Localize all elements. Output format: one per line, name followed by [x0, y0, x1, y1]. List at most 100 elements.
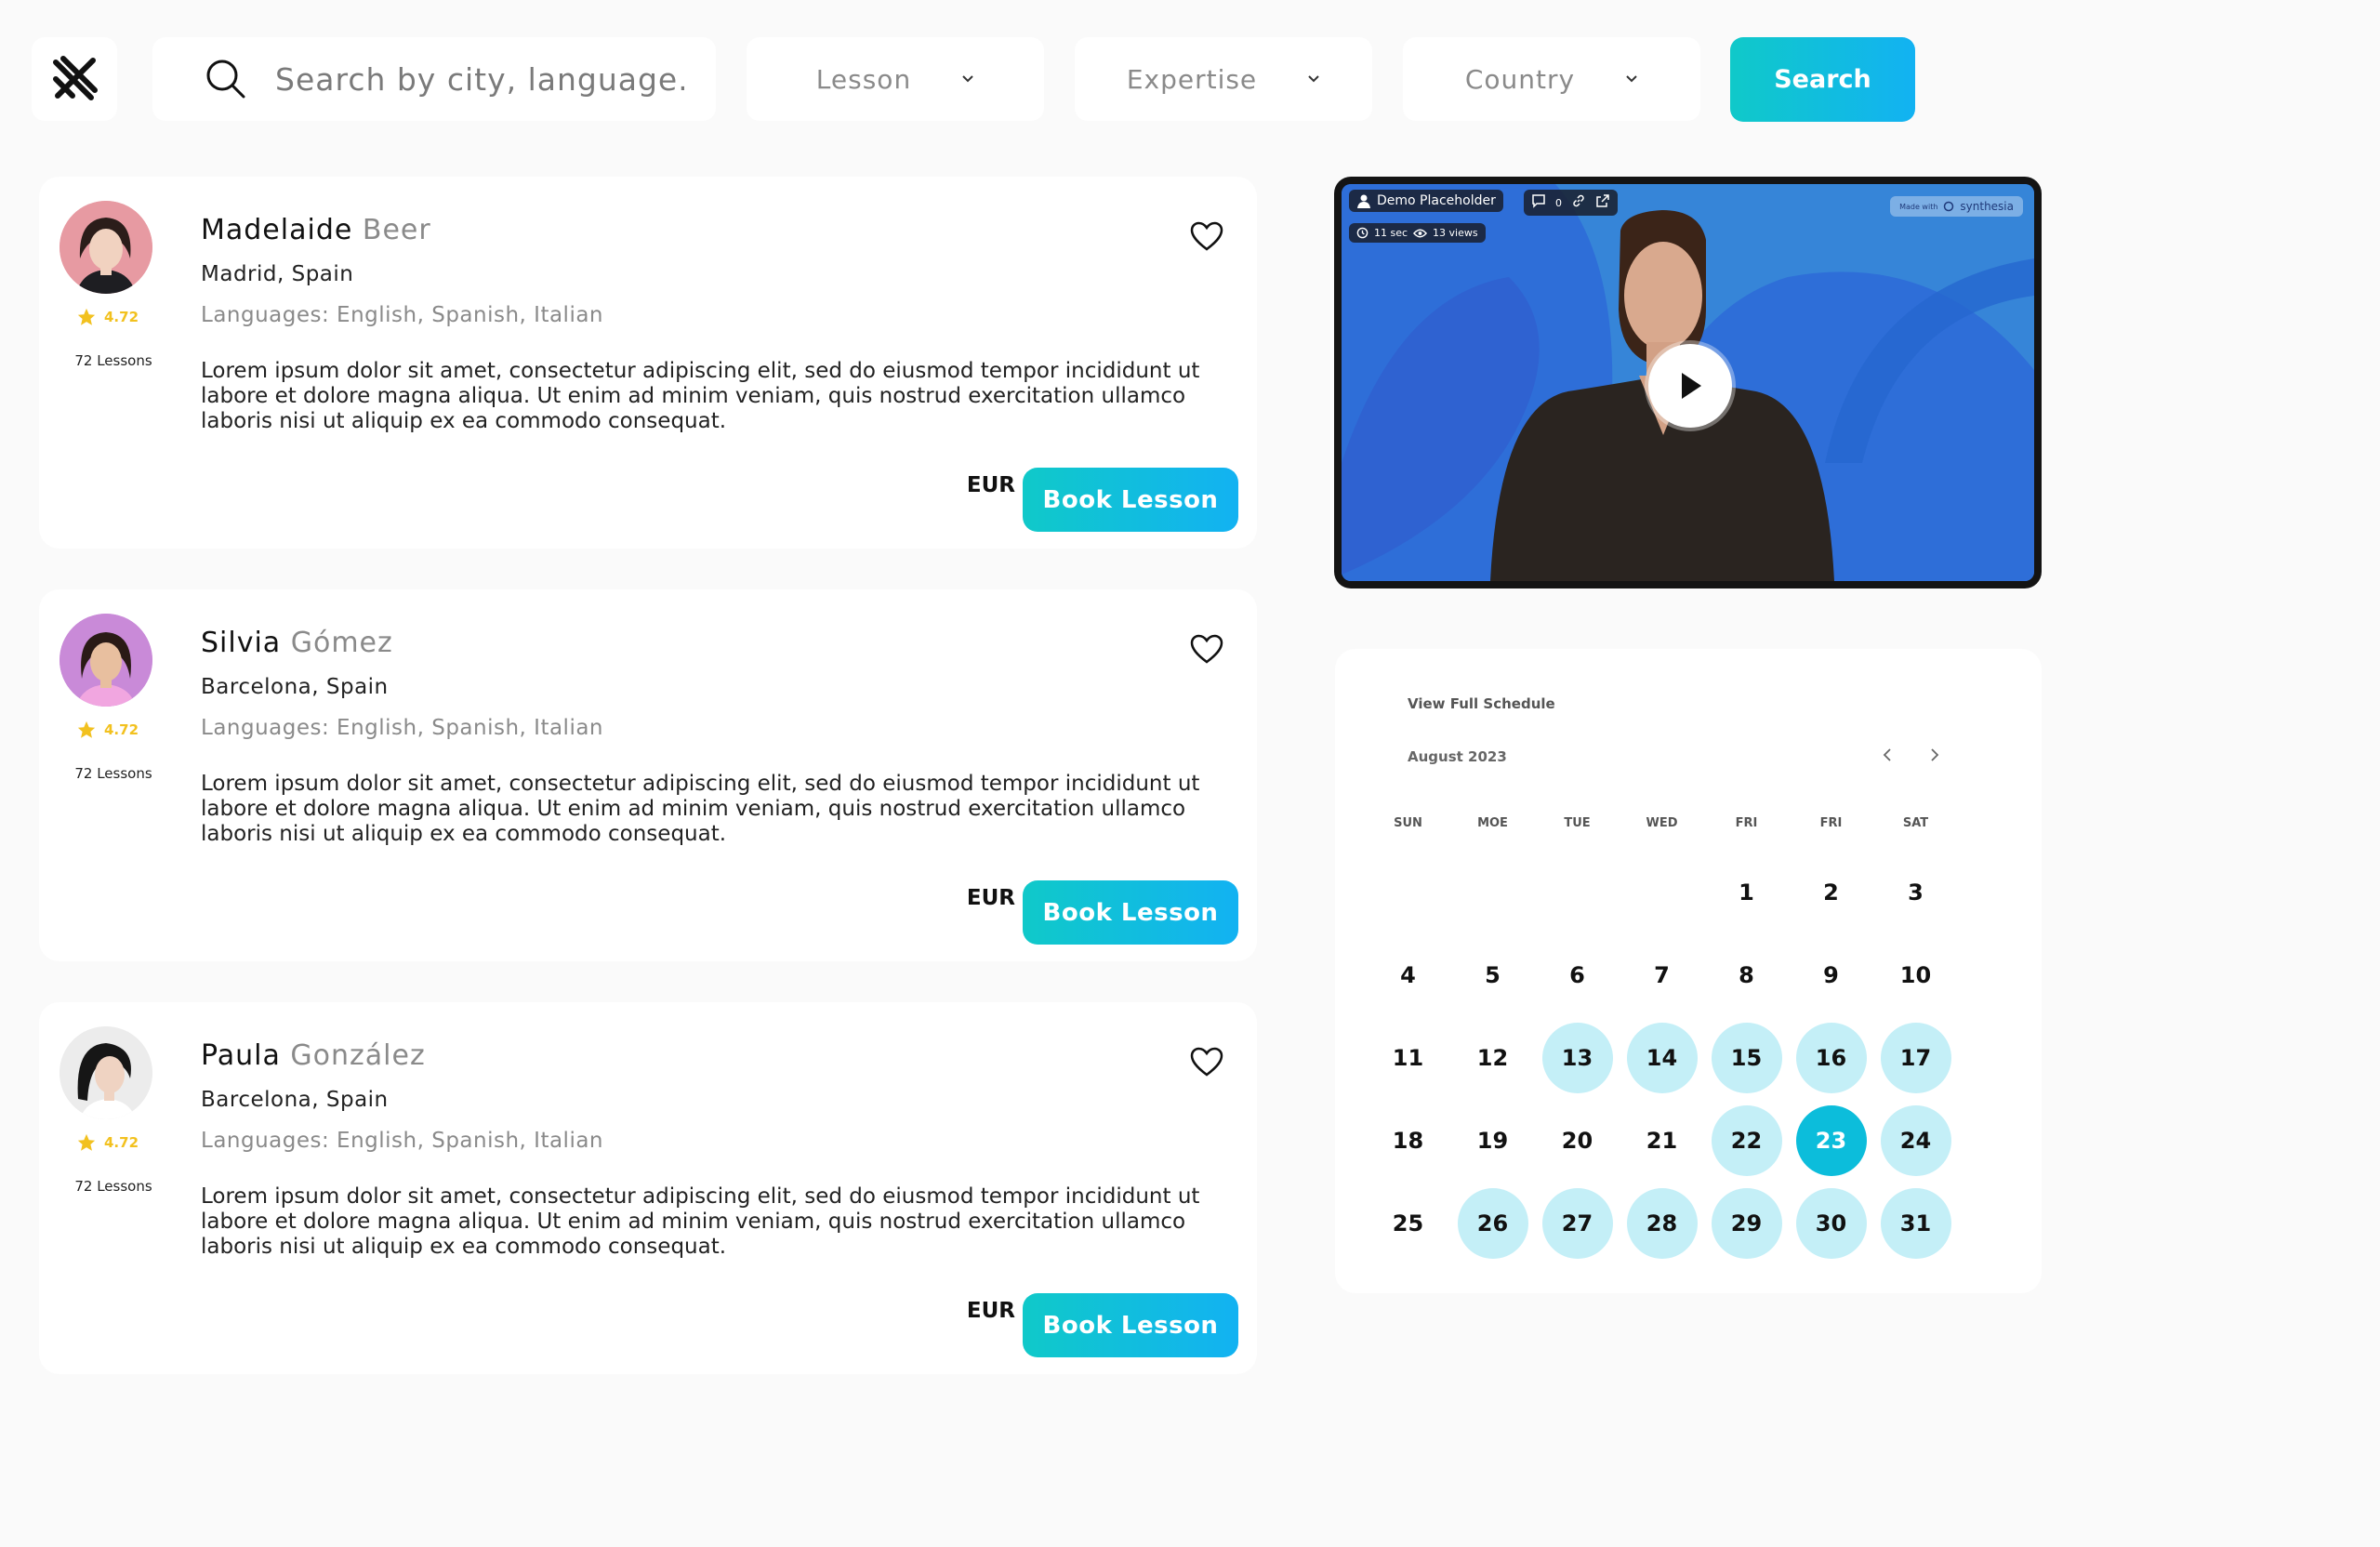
last-name: González [290, 1039, 426, 1072]
play-icon [1682, 373, 1701, 399]
avatar[interactable] [60, 614, 152, 707]
tutor-languages: Languages: English, Spanish, Italian [201, 303, 604, 327]
lessons-count: 72 Lessons [74, 352, 152, 369]
calendar-day[interactable]: 19 [1458, 1105, 1528, 1176]
calendar-day[interactable]: 23 [1795, 1105, 1867, 1176]
weekday-label: FRI [1735, 816, 1758, 830]
calendar-day[interactable]: 5 [1458, 940, 1528, 1011]
calendar-day[interactable]: 7 [1627, 940, 1698, 1011]
calendar-day[interactable]: 13 [1541, 1023, 1613, 1093]
calendar-day[interactable]: 15 [1711, 1023, 1782, 1093]
rating-value: 4.72 [104, 721, 139, 738]
play-button[interactable] [1648, 344, 1732, 428]
calendar-day[interactable]: 9 [1796, 940, 1867, 1011]
calendar-day[interactable]: 3 [1881, 857, 1951, 928]
calendar-day[interactable]: 31 [1880, 1188, 1951, 1259]
link-icon[interactable] [1571, 193, 1586, 212]
lessons-count: 72 Lessons [74, 765, 152, 782]
user-icon [1357, 194, 1370, 208]
calendar-day[interactable]: 18 [1373, 1105, 1444, 1176]
last-name: Gómez [290, 627, 393, 659]
calendar-day[interactable]: 21 [1627, 1105, 1698, 1176]
tutor-name[interactable]: Paula González [201, 1039, 426, 1072]
weekday-label: TUE [1564, 816, 1591, 830]
calendar-day[interactable]: 26 [1457, 1188, 1528, 1259]
comment-icon[interactable] [1531, 193, 1546, 212]
calendar-empty-cell [1373, 857, 1444, 928]
rating: 4.72 [76, 307, 139, 327]
country-filter[interactable]: Country [1403, 37, 1700, 121]
calendar-empty-cell [1627, 857, 1698, 928]
calendar-day[interactable]: 6 [1542, 940, 1613, 1011]
tutor-name[interactable]: Silvia Gómez [201, 627, 393, 659]
first-name: Madelaide [201, 214, 353, 246]
app-logo[interactable] [32, 37, 117, 121]
weekday-label: SAT [1902, 816, 1929, 830]
search-bar[interactable] [152, 37, 716, 121]
view-full-schedule-link[interactable]: View Full Schedule [1408, 695, 1555, 712]
calendar-day[interactable]: 4 [1373, 940, 1444, 1011]
tutor-bio: Lorem ipsum dolor sit amet, consectetur … [201, 359, 1200, 433]
calendar-day[interactable]: 16 [1795, 1023, 1867, 1093]
calendar-day[interactable]: 2 [1796, 857, 1867, 928]
calendar-day[interactable]: 1 [1712, 857, 1782, 928]
book-lesson-button[interactable]: Book Lesson [1023, 1293, 1238, 1357]
search-button[interactable]: Search [1730, 37, 1915, 122]
heart-icon[interactable] [1188, 630, 1225, 668]
calendar-month: August 2023 [1408, 748, 1507, 765]
chevron-left-icon[interactable] [1873, 741, 1901, 769]
video-meta: 11 sec 13 views [1349, 223, 1486, 243]
weekday-label: WED [1646, 816, 1678, 830]
chevron-down-icon [1307, 74, 1320, 84]
avatar[interactable] [60, 1026, 152, 1119]
calendar-day[interactable]: 24 [1880, 1105, 1951, 1176]
video-title: Demo Placeholder [1377, 193, 1496, 208]
calendar-day[interactable]: 8 [1712, 940, 1782, 1011]
heart-icon[interactable] [1188, 1043, 1225, 1080]
expertise-filter[interactable]: Expertise [1075, 37, 1372, 121]
tutor-location: Madrid, Spain [201, 262, 354, 286]
calendar-day[interactable]: 17 [1880, 1023, 1951, 1093]
intro-video[interactable]: Demo Placeholder 0 11 sec 13 views Made … [1334, 177, 2042, 588]
book-lesson-button[interactable]: Book Lesson [1023, 468, 1238, 532]
comment-count: 0 [1555, 196, 1562, 209]
eye-icon [1413, 229, 1428, 237]
weekday-label: FRI [1819, 816, 1843, 830]
calendar-day[interactable]: 29 [1711, 1188, 1782, 1259]
tutor-card: 4.72 72 Lessons Paula González Barcelona… [39, 1002, 1257, 1374]
tutor-bio: Lorem ipsum dolor sit amet, consectetur … [201, 1184, 1200, 1259]
lessons-count: 72 Lessons [74, 1178, 152, 1195]
chevron-right-icon[interactable] [1921, 741, 1949, 769]
search-input[interactable] [275, 60, 684, 98]
avatar[interactable] [60, 201, 152, 294]
rating-value: 4.72 [104, 309, 139, 325]
first-name: Silvia [201, 627, 282, 659]
clock-icon [1356, 227, 1368, 239]
chevron-down-icon [1625, 74, 1638, 84]
calendar-day[interactable]: 10 [1881, 940, 1951, 1011]
star-icon [77, 1133, 96, 1151]
first-name: Paula [201, 1039, 281, 1072]
weekday-header: SUN MOE TUE WED FRI FRI SAT [1366, 816, 1958, 830]
calendar-day[interactable]: 27 [1541, 1188, 1613, 1259]
tutor-card: 4.72 72 Lessons Silvia Gómez Barcelona, … [39, 589, 1257, 961]
synthesia-badge: Made with synthesia [1890, 196, 2023, 217]
lesson-filter[interactable]: Lesson [747, 37, 1044, 121]
external-link-icon[interactable] [1595, 193, 1610, 212]
video-actions: 0 [1524, 190, 1618, 216]
calendar-day[interactable]: 11 [1373, 1023, 1444, 1093]
video-frame[interactable]: Demo Placeholder 0 11 sec 13 views Made … [1342, 184, 2034, 581]
calendar-empty-cell [1542, 857, 1613, 928]
synthesia-icon [1944, 201, 1954, 212]
calendar-day[interactable]: 28 [1626, 1188, 1698, 1259]
tutor-name[interactable]: Madelaide Beer [201, 214, 431, 246]
tutor-languages: Languages: English, Spanish, Italian [201, 716, 604, 740]
calendar-day[interactable]: 25 [1373, 1188, 1444, 1259]
calendar-day[interactable]: 12 [1458, 1023, 1528, 1093]
calendar-day[interactable]: 22 [1711, 1105, 1782, 1176]
calendar-day[interactable]: 20 [1542, 1105, 1613, 1176]
calendar-day[interactable]: 30 [1795, 1188, 1867, 1259]
book-lesson-button[interactable]: Book Lesson [1023, 880, 1238, 945]
calendar-day[interactable]: 14 [1626, 1023, 1698, 1093]
heart-icon[interactable] [1188, 218, 1225, 255]
